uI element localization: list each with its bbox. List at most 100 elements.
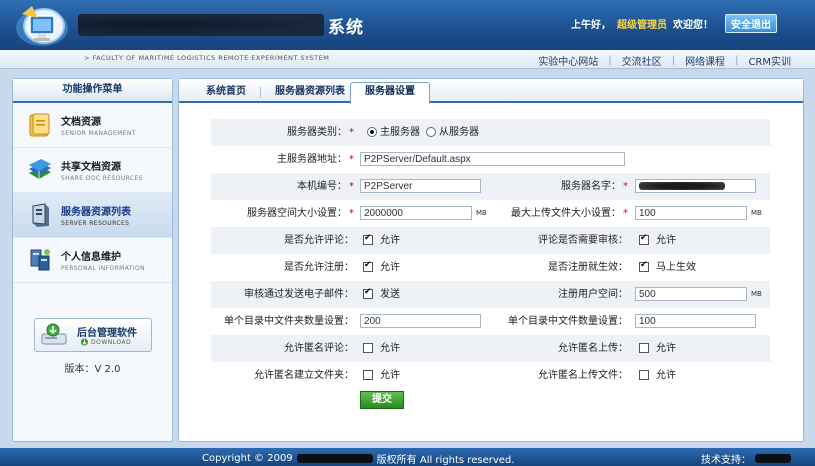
anon-upload-file-text: 允许 [656,370,676,381]
anon-comment-text: 允许 [380,343,400,354]
anon-upload-file-label: 允许匿名上传文件： [538,370,628,381]
allow-register-text: 允许 [380,262,400,273]
sidebar-item-sublabel: SENIOR MANAGEMENT [61,130,136,137]
comment-review-checkbox[interactable] [639,233,649,245]
server-name-input[interactable] [635,179,756,193]
radio-secondary-server[interactable] [426,127,436,137]
computer-download-icon [41,323,67,345]
file-count-label: 单个目录中文件数量设置： [508,316,628,327]
link-lab-center[interactable]: 实验中心网站 [538,53,598,68]
brand-redacted-name [78,14,324,36]
local-id-label: 本机编号： * [297,181,354,192]
user-space-input[interactable]: 500 [635,287,747,301]
greeting-text: 上午好， [571,20,611,31]
folder-count-input[interactable]: 200 [360,314,481,328]
sidebar-item-sublabel: SHARE DOC RESOURCES [61,175,143,182]
sidebar-item-label: 个人信息维护 [61,252,121,263]
sidebar-title: 功能操作菜单 [13,79,172,103]
server-settings-form: 服务器类别： * 主服务器 从服务器 主服务器地址： * P2PServer/Def… [211,119,770,416]
sub-header: > FACULTY OF MARITIME LOGISTICS REMOTE E… [0,50,815,69]
submit-button[interactable]: 提交 [360,391,404,409]
max-upload-unit: MB [751,209,762,217]
allow-register-checkbox[interactable] [363,260,373,272]
sidebar-item-server-resources[interactable]: 服务器资源列表 SERVER RESOURCES [13,193,172,238]
radio-secondary-label: 从服务器 [439,127,479,138]
space-input[interactable]: 2000000 [360,206,472,220]
link-separator: | [671,55,676,66]
form-row-anon-comment: 允许匿名评论： 允许 允许匿名上传： 允许 [211,335,770,362]
version-text: 版本：V 2.0 [64,364,121,375]
main-panel: 系统首页 服务器资源列表 服务器设置 服务器类别： * 主服务器 从服务器 主服务… [178,78,804,442]
user-space-unit: MB [751,290,762,298]
copyright: Copyright © 2009 版权所有 All rights reserve… [202,451,514,466]
form-row-anon-folder: 允许匿名建立文件夹： 允许 允许匿名上传文件： 允许 [211,362,770,389]
folder-count-label: 单个目录中文件夹数量设置： [224,316,354,327]
send-email-checkbox[interactable] [363,287,373,299]
tech-support: 技术支持： [701,451,791,466]
anon-comment-checkbox[interactable] [363,343,373,353]
sidebar-item-shared-docs[interactable]: 共享文档资源 SHARE DOC RESOURCES [13,148,172,193]
system-title: 系统 [328,17,364,38]
user-space-label: 注册用户空间： [558,289,628,300]
download-sublabel: DOWNLOAD [91,339,132,346]
user-name: 超级管理员 [617,20,667,31]
copyright-prefix: Copyright © 2009 [202,453,293,464]
server-icon [32,203,49,227]
logout-button[interactable]: 安全退出 [725,14,777,33]
tab-system-home[interactable]: 系统首页 [197,83,255,101]
anon-upload-label: 允许匿名上传： [558,343,628,354]
allow-comment-label: 是否允许评论： [284,235,354,246]
tab-bar: 系统首页 服务器资源列表 服务器设置 [179,79,803,104]
sidebar-item-personal-info[interactable]: 个人信息维护 PERSONAL INFORMATION [13,238,172,283]
max-upload-label: 最大上传文件大小设置： * [511,208,628,219]
form-row-register: 是否允许注册： 允许 是否注册就生效： 马上生效 [211,254,770,281]
send-email-text: 发送 [380,289,400,300]
anon-folder-checkbox[interactable] [363,370,373,380]
form-row-email: 审核通过发送电子邮件： 发送 注册用户空间： 500 MB [211,281,770,308]
form-row-server-type: 服务器类别： * 主服务器 从服务器 [211,119,770,146]
anon-folder-text: 允许 [380,370,400,381]
sidebar: 功能操作菜单 文档资源 SENIOR MANAGEMENT 共享文档资源 SHA… [12,78,173,442]
form-row-local-id: 本机编号： * P2PServer 服务器名字： * [211,173,770,200]
copyright-suffix: 版权所有 All rights reserved. [376,455,515,466]
brand: 系统 [78,13,364,38]
download-label: 后台管理软件 [77,328,137,339]
link-community[interactable]: 交流社区 [622,53,662,68]
space-label: 服务器空间大小设置： * [247,208,354,219]
footer: Copyright © 2009 版权所有 All rights reserve… [0,448,815,466]
books-icon [29,159,51,181]
radio-primary-server[interactable] [367,127,377,137]
link-separator: | [608,55,612,66]
sidebar-item-documents[interactable]: 文档资源 SENIOR MANAGEMENT [13,103,172,148]
server-name-label: 服务器名字： * [561,181,628,192]
folder-icon [29,113,50,137]
top-links: 实验中心网站 | 交流社区 | 网络课程 | CRM实训 [538,53,791,68]
download-admin-software-button[interactable]: 后台管理软件 DOWNLOAD [34,318,152,352]
link-online-course[interactable]: 网络课程 [685,53,725,68]
download-arrow-icon [81,338,88,346]
allow-comment-checkbox[interactable] [363,233,373,245]
sidebar-item-label: 服务器资源列表 [61,207,131,218]
server-type-label: 服务器类别： * [287,127,354,138]
redacted-text [639,182,725,190]
max-upload-input[interactable]: 100 [635,206,747,220]
comment-review-label: 评论是否需要审核： [538,235,628,246]
register-effective-text: 马上生效 [656,262,696,273]
local-id-input[interactable]: P2PServer [360,179,481,193]
monitor-logo-icon [16,6,68,46]
anon-upload-file-checkbox[interactable] [639,370,649,380]
welcome-text: 欢迎您！ [673,20,713,31]
tab-server-settings[interactable]: 服务器设置 [350,82,430,104]
server-address-input[interactable]: P2PServer/Default.aspx [360,152,625,166]
register-effective-checkbox[interactable] [639,260,649,272]
form-row-submit: 提交 [211,389,770,416]
link-crm-training[interactable]: CRM实训 [748,53,791,68]
anon-upload-checkbox[interactable] [639,343,649,353]
system-subtitle: > FACULTY OF MARITIME LOGISTICS REMOTE E… [84,54,330,62]
file-count-input[interactable]: 100 [635,314,756,328]
tab-server-list[interactable]: 服务器资源列表 [267,83,353,101]
form-row-space: 服务器空间大小设置： * 2000000 MB 最大上传文件大小设置： * 100 … [211,200,770,227]
sidebar-item-sublabel: PERSONAL INFORMATION [61,265,146,272]
anon-comment-label: 允许匿名评论： [284,343,354,354]
header-bar: 系统 上午好， 超级管理员 欢迎您！ 安全退出 [0,0,815,50]
